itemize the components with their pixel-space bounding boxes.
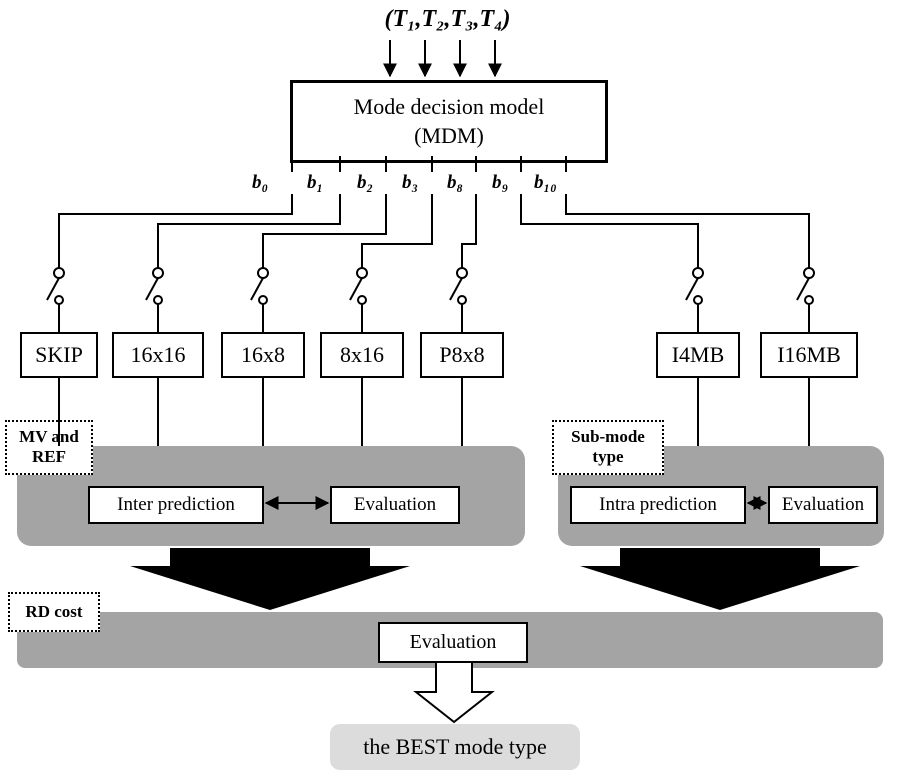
mdm-box: Mode decision model (MDM)	[290, 80, 608, 163]
inputs-label: (T₁,T₂,T₃,T₄)	[325, 6, 570, 33]
intra-evaluation-box: Evaluation	[768, 486, 878, 524]
mode-skip: SKIP	[20, 332, 98, 378]
mvref-tag: MV and REF	[5, 420, 93, 475]
mvref-l1: MV and	[13, 427, 85, 447]
mode-8x16: 8x16	[320, 332, 404, 378]
mode-16x16: 16x16	[112, 332, 204, 378]
inter-evaluation-box: Evaluation	[330, 486, 460, 524]
b8-label: b₈	[447, 172, 463, 194]
inter-prediction-box: Inter prediction	[88, 486, 264, 524]
mode-i16mb: I16MB	[760, 332, 858, 378]
b9-label: b₉	[492, 172, 508, 194]
mvref-l2: REF	[13, 447, 85, 467]
intra-prediction-box: Intra prediction	[570, 486, 746, 524]
mode-i4mb: I4MB	[656, 332, 740, 378]
mode-16x8: 16x8	[221, 332, 305, 378]
b0-label: b₀	[252, 172, 268, 194]
mdm-line1: Mode decision model	[311, 93, 587, 122]
submode-l2: type	[560, 447, 656, 467]
b3-label: b₃	[402, 172, 418, 194]
b10-label: b₁₀	[534, 172, 557, 194]
rdcost-tag: RD cost	[8, 592, 100, 632]
mode-p8x8: P8x8	[420, 332, 504, 378]
submode-l1: Sub-mode	[560, 427, 656, 447]
b2-label: b₂	[357, 172, 373, 194]
final-evaluation-box: Evaluation	[378, 622, 528, 663]
b1-label: b₁	[307, 172, 323, 194]
submode-tag: Sub-mode type	[552, 420, 664, 475]
result-box: the BEST mode type	[330, 724, 580, 770]
mdm-line2: (MDM)	[311, 122, 587, 151]
